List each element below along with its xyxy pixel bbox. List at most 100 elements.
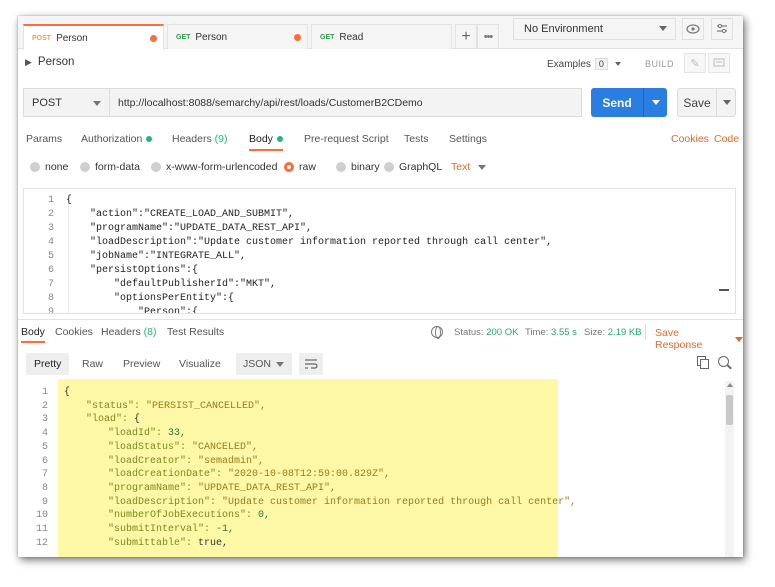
view-pretty-button[interactable]: Pretty xyxy=(26,353,70,375)
radio-raw[interactable]: raw xyxy=(284,161,316,173)
status-dot xyxy=(276,136,283,143)
examples-dropdown[interactable]: Examples 0 xyxy=(547,58,621,70)
view-preview-button[interactable]: Preview xyxy=(115,353,168,375)
url-input[interactable]: http://localhost:8088/semarchy/api/rest/… xyxy=(110,88,582,117)
line-number: 8 xyxy=(47,293,54,304)
line-number: 3 xyxy=(41,414,48,426)
search-icon[interactable] xyxy=(718,356,729,367)
unsaved-dot xyxy=(294,34,301,41)
request-body-editor[interactable]: 1{2 "action":"CREATE_LOAD_AND_SUBMIT", 3 … xyxy=(23,188,736,314)
copy-front-square xyxy=(700,359,709,369)
response-tab-test-results[interactable]: Test Results xyxy=(167,326,224,343)
json-key: "numberOfJobExecutions": xyxy=(108,510,259,522)
tab-get-person[interactable]: GET Person xyxy=(167,24,308,49)
json-line: "status": "PERSIST_CANCELLED", xyxy=(86,401,266,412)
tab-body[interactable]: Body xyxy=(249,133,283,151)
raw-type-select[interactable]: Text xyxy=(451,161,487,173)
response-tab-cookies[interactable]: Cookies xyxy=(55,326,93,343)
comments-button[interactable] xyxy=(708,53,730,73)
code-line: "programName":"UPDATE_DATA_REST_API", xyxy=(66,223,313,234)
tab-post-person[interactable]: POST Person xyxy=(23,24,164,50)
tab-tests[interactable]: Tests xyxy=(404,133,429,151)
response-time: Time: 3.55 s xyxy=(525,327,577,338)
request-tab-strip: POST Person GET Person GET Read + ••• No… xyxy=(18,16,743,50)
chevron-down-icon xyxy=(276,362,284,367)
radio-label: x-www-form-urlencoded xyxy=(166,161,278,173)
response-status: Status: 200 OK xyxy=(454,327,518,338)
view-raw-button[interactable]: Raw xyxy=(74,353,111,375)
json-line: { xyxy=(64,387,70,398)
line-number: 2 xyxy=(41,400,48,412)
manage-environments-button[interactable] xyxy=(711,18,733,40)
radio-binary[interactable]: binary xyxy=(336,161,380,173)
tab-authorization[interactable]: Authorization xyxy=(81,133,153,151)
json-value: { xyxy=(64,387,71,398)
radio-none[interactable]: none xyxy=(30,161,68,173)
radio-graphql[interactable]: GraphQL xyxy=(384,161,442,173)
radio-indicator xyxy=(30,162,40,172)
environment-quick-look-button[interactable] xyxy=(682,18,704,40)
cookies-link[interactable]: Cookies xyxy=(671,133,709,145)
save-options-chevron-icon[interactable] xyxy=(723,100,731,105)
tab-headers[interactable]: Headers (9) xyxy=(172,133,227,151)
json-value: true, xyxy=(198,537,229,549)
wrap-lines-button[interactable] xyxy=(299,353,323,375)
json-key: "loadCreationDate": xyxy=(108,469,229,481)
environment-select[interactable]: No Environment xyxy=(513,18,676,40)
more-tabs-button[interactable]: ••• xyxy=(477,24,499,49)
pane-splitter[interactable] xyxy=(18,319,743,320)
response-body-viewer[interactable]: 1 {2 "status": "PERSIST_CANCELLED", 3 "load"… xyxy=(18,379,743,557)
tab-prerequest-script[interactable]: Pre-request Script xyxy=(304,133,389,151)
send-button[interactable]: Send xyxy=(591,88,667,117)
build-mode-toggle[interactable]: BUILD xyxy=(645,59,674,69)
request-name[interactable]: ▶ Person xyxy=(25,56,74,68)
tab-label: Settings xyxy=(449,133,487,145)
response-tab-body[interactable]: Body xyxy=(21,326,45,343)
save-button[interactable]: Save xyxy=(677,88,736,117)
tab-params[interactable]: Params xyxy=(26,133,62,151)
scroll-up-arrow-icon[interactable] xyxy=(727,383,733,387)
time-value: 3.55 s xyxy=(551,327,577,338)
save-label: Save xyxy=(683,95,711,110)
scrollbar-thumb[interactable] xyxy=(726,395,733,425)
radio-label: none xyxy=(45,161,69,173)
save-response-button[interactable]: Save Response xyxy=(655,327,743,351)
send-options-chevron-icon[interactable] xyxy=(652,100,660,105)
json-key: "submittable": xyxy=(108,537,199,549)
line-number: 1 xyxy=(47,195,54,206)
format-select[interactable]: JSON xyxy=(236,353,292,375)
code-link[interactable]: Code xyxy=(714,133,739,145)
postman-window: POST Person GET Person GET Read + ••• No… xyxy=(18,16,743,557)
json-line: "loadCreationDate": "2020-10-08T12:59:00… xyxy=(108,469,390,480)
save-divider xyxy=(716,88,717,117)
comment-icon xyxy=(713,58,725,66)
radio-urlencoded[interactable]: x-www-form-urlencoded xyxy=(151,161,277,173)
code-line: "Person":{ xyxy=(66,307,199,314)
vertical-scrollbar[interactable] xyxy=(725,381,734,557)
json-key: "loadStatus": xyxy=(108,441,193,453)
tab-get-read[interactable]: GET Read xyxy=(311,24,452,49)
copy-icon[interactable] xyxy=(697,356,709,369)
globe-icon[interactable] xyxy=(431,326,443,339)
chevron-down-icon xyxy=(478,164,487,170)
view-visualize-button[interactable]: Visualize xyxy=(171,353,229,375)
tab-label: Body xyxy=(21,326,45,338)
radio-form-data[interactable]: form-data xyxy=(80,161,140,173)
method-select[interactable]: POST xyxy=(23,88,110,117)
tab-label: Authorization xyxy=(81,133,143,145)
line-number: 6 xyxy=(41,455,48,467)
tab-label: Test Results xyxy=(167,326,225,338)
new-tab-button[interactable]: + xyxy=(455,24,477,49)
response-tab-headers[interactable]: Headers (8) xyxy=(101,326,156,343)
json-line: "submittable": true, xyxy=(108,538,228,549)
line-number: 2 xyxy=(47,209,54,220)
tab-settings[interactable]: Settings xyxy=(449,133,487,151)
edit-button[interactable]: ✎ xyxy=(684,53,706,73)
chevron-right-icon: ▶ xyxy=(25,56,32,67)
send-label: Send xyxy=(602,95,632,110)
line-number: 9 xyxy=(47,307,54,314)
line-number: 7 xyxy=(47,279,54,290)
view-label: Visualize xyxy=(179,358,221,370)
line-number: 5 xyxy=(41,441,48,453)
json-line: "loadId": 33, xyxy=(108,428,186,439)
